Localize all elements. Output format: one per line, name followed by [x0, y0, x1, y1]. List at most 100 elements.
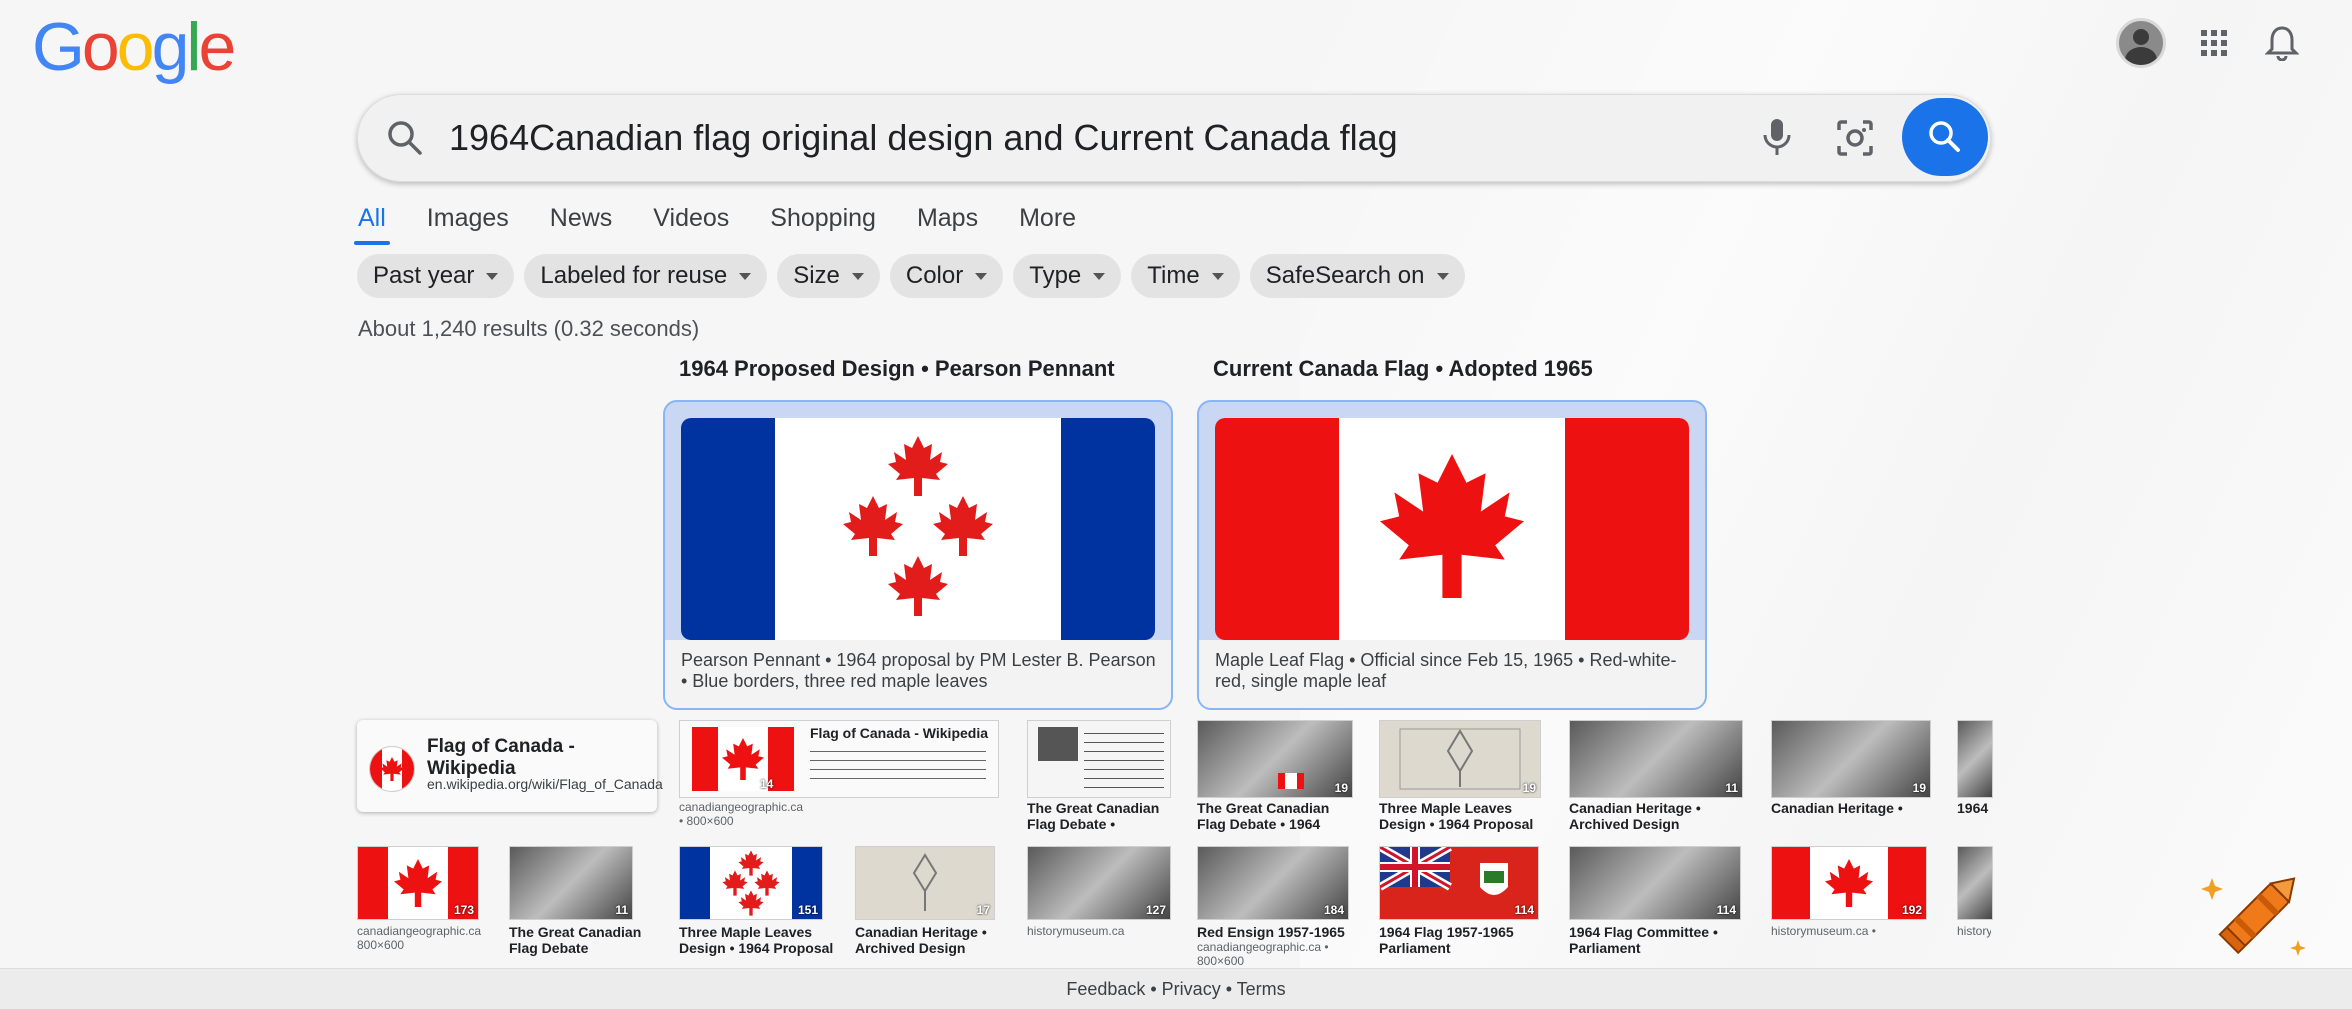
thumbnail-image: 184 — [1197, 846, 1349, 920]
microphone-icon[interactable] — [1757, 116, 1797, 165]
crayon-sparkle-icon — [2198, 856, 2318, 981]
pearson-pennant-flag-image[interactable] — [681, 418, 1155, 640]
thumbnail-caption: 1964 F — [1957, 800, 1991, 816]
google-logo[interactable]: Google — [32, 8, 236, 86]
chip-label: Time — [1147, 262, 1200, 289]
thumbnail-caption: Canadian Heritage • Archived Design — [855, 924, 987, 956]
search-icon — [385, 118, 425, 163]
notifications-bell-icon[interactable] — [2262, 23, 2302, 63]
image-count-badge: 19 — [1522, 781, 1536, 795]
tab-videos[interactable]: Videos — [653, 200, 729, 245]
chip-type[interactable]: Type — [1013, 254, 1122, 298]
chip-past-year[interactable]: Past year — [357, 254, 515, 298]
image-count-badge: 14 — [760, 777, 774, 791]
image-count-badge: 11 — [1725, 781, 1738, 795]
featured-card[interactable]: Pearson Pennant • 1964 proposal by PM Le… — [663, 400, 1173, 710]
chip-size[interactable]: Size — [777, 254, 880, 298]
search-bar — [357, 94, 1991, 182]
footer-links[interactable]: Feedback • Privacy • Terms — [0, 968, 2352, 1009]
thumbnail-source: canadiangeographic.ca • 800×600 — [1197, 940, 1329, 968]
caret-down-icon — [1436, 272, 1449, 280]
chip-label: Labeled for reuse — [540, 262, 728, 289]
thumbnail-image: 11 — [1569, 720, 1743, 798]
wiki-url: en.wikipedia.org/wiki/Flag_of_Canada — [427, 776, 663, 792]
thumbnail-image: Flag of Canada - Wikipedia 14 — [679, 720, 999, 798]
caret-down-icon — [851, 272, 864, 280]
thumbnail-caption: The Great Canadian Flag Debate • 1964 — [1197, 800, 1330, 832]
featured-title: 1964 Proposed Design • Pearson Pennant — [679, 356, 1115, 381]
thumbnail-image: 127 — [1027, 846, 1171, 920]
thumbnail-caption: The Great Canadian Flag Debate • — [1027, 800, 1160, 832]
tab-more[interactable]: More — [1019, 200, 1076, 245]
caret-down-icon — [486, 272, 499, 280]
image-count-badge: 11 — [615, 903, 628, 917]
chip-time[interactable]: Time — [1131, 254, 1240, 298]
thumbnail-source: history — [1957, 924, 1991, 938]
featured-title: Current Canada Flag • Adopted 1965 — [1213, 356, 1593, 381]
chip-safesearch[interactable]: SafeSearch on — [1249, 254, 1465, 298]
thumbnail-source: historymuseum.ca • — [1771, 924, 1876, 938]
featured-caption: Maple Leaf Flag • Official since Feb 15,… — [1215, 650, 1693, 692]
chip-label: Size — [793, 262, 840, 289]
featured-card[interactable]: Maple Leaf Flag • Official since Feb 15,… — [1197, 400, 1707, 710]
chip-label: SafeSearch on — [1265, 262, 1425, 289]
featured-caption: Pearson Pennant • 1964 proposal by PM Le… — [681, 650, 1159, 692]
caret-down-icon — [1093, 272, 1106, 280]
search-button[interactable] — [1902, 98, 1988, 176]
canada-flag-icon — [369, 746, 415, 792]
thumbnail-image: 151 — [679, 846, 823, 920]
chip-label: Past year — [373, 262, 475, 289]
wiki-title: Flag of Canada - Wikipedia — [427, 736, 575, 779]
image-count-badge: 19 — [1912, 781, 1926, 795]
thumbnail-caption: Three Maple Leaves Design • 1964 Proposa… — [1379, 800, 1534, 832]
thumbnail-caption: The Great Canadian Flag Debate — [509, 924, 642, 956]
apps-grid-icon[interactable] — [2194, 23, 2234, 63]
tab-shopping[interactable]: Shopping — [770, 200, 876, 245]
image-count-badge: 173 — [453, 903, 474, 917]
search-input[interactable] — [449, 112, 1649, 164]
account-area — [2116, 18, 2302, 68]
thumbnail-image: 114 — [1569, 846, 1741, 920]
chip-label: Type — [1029, 262, 1082, 289]
filter-chips: Past year Labeled for reuse Size Color T… — [357, 254, 1465, 298]
thumbnail-image: 19 — [1379, 720, 1541, 798]
image-count-badge: 17 — [976, 903, 990, 917]
thumbnail-source: historymuseum.ca — [1027, 924, 1125, 938]
chip-color[interactable]: Color — [889, 254, 1004, 298]
thumbnail-image: 173 — [357, 846, 479, 920]
avatar[interactable] — [2116, 18, 2166, 68]
featured-current-flag: Current Canada Flag • Adopted 1965 Maple… — [1197, 356, 1707, 710]
wikipedia-result-card[interactable]: Flag of Canada - Wikipedia en.wikipedia.… — [357, 720, 663, 812]
caret-down-icon — [739, 272, 752, 280]
maple-leaf-flag-image[interactable] — [1215, 418, 1689, 640]
tab-all[interactable]: All — [354, 200, 390, 245]
image-count-badge: 127 — [1145, 903, 1166, 917]
caret-down-icon — [975, 272, 988, 280]
featured-pearson-pennant: 1964 Proposed Design • Pearson Pennant P… — [663, 356, 1173, 710]
image-count-badge: 151 — [797, 903, 818, 917]
image-count-badge: 114 — [1716, 903, 1736, 917]
thumbnail-caption: Red Ensign 1957-1965 — [1197, 924, 1345, 940]
image-count-badge: 19 — [1334, 781, 1348, 795]
thumbnail-source: canadiangeographic.ca 800×600 — [357, 924, 482, 952]
thumbnail-image: 114 — [1379, 846, 1539, 920]
results-count: About 1,240 results (0.32 seconds) — [358, 316, 700, 341]
thumbnail-image: 11 — [509, 846, 633, 920]
thumbnail-source: canadiangeographic.ca • 800×600 — [679, 800, 804, 828]
image-count-badge: 184 — [1323, 903, 1344, 917]
thumbnail-caption: 1964 Flag Committee • Parliament — [1569, 924, 1718, 956]
tab-images[interactable]: Images — [427, 200, 509, 245]
thumbnail-image: 192 — [1771, 846, 1927, 920]
thumbnail-image: 19 — [1771, 720, 1931, 798]
text-lines — [810, 747, 986, 787]
search-icon — [1929, 121, 1960, 152]
tab-news[interactable]: News — [550, 200, 613, 245]
thumbnail-image: 19 — [1197, 720, 1353, 798]
camera-lens-icon[interactable] — [1833, 116, 1877, 165]
thumbnail-caption: Three Maple Leaves Design • 1964 Proposa… — [679, 924, 834, 956]
image-count-badge: 192 — [1901, 903, 1922, 917]
thumbnail-caption: 1964 Flag 1957-1965 Parliament — [1379, 924, 1514, 956]
tab-maps[interactable]: Maps — [917, 200, 978, 245]
chip-labeled-for-reuse[interactable]: Labeled for reuse — [524, 254, 768, 298]
thumbnail-image — [1957, 720, 1993, 798]
